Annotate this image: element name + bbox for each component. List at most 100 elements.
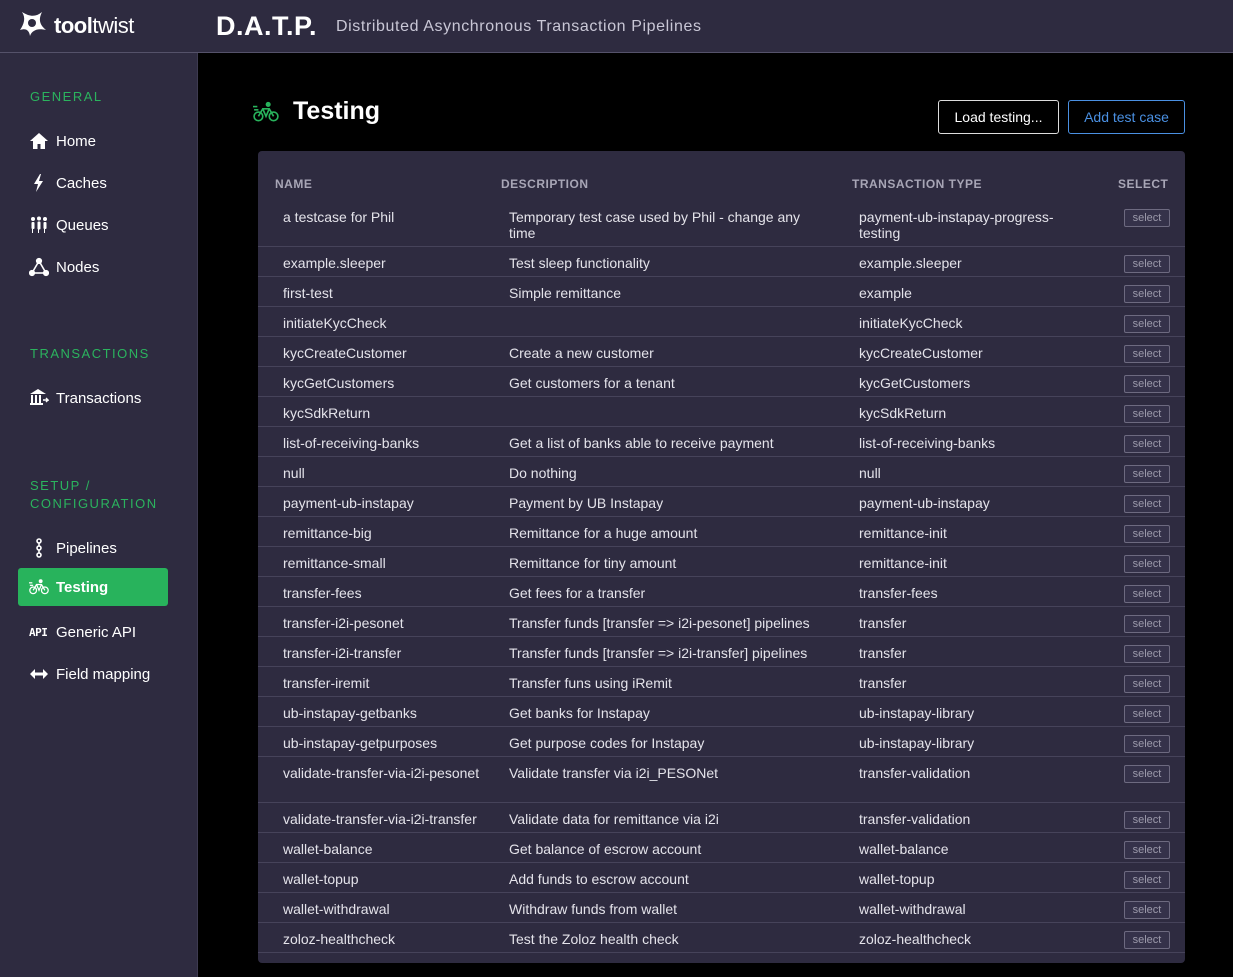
test-case-description: Get a list of banks able to receive paym… [509,435,774,451]
sidebar-item-transactions[interactable]: Transactions [18,379,168,417]
app-title: D.A.T.P. [216,11,318,41]
test-case-description: Transfer funds [transfer => i2i-transfer… [509,645,808,661]
test-case-description: Transfer funds [transfer => i2i-pesonet]… [509,615,810,631]
sidebar-item-pipelines[interactable]: Pipelines [18,529,168,567]
test-case-name: example.sleeper [283,255,386,271]
select-button[interactable]: select [1124,525,1170,543]
app-subtitle: Distributed Asynchronous Transaction Pip… [336,18,702,35]
select-button[interactable]: select [1124,871,1170,889]
select-button[interactable]: select [1124,315,1170,333]
table-row[interactable]: ub-instapay-getbanks Get banks for Instap… [258,697,1185,727]
section-title-line-2: CONFIGURATION [30,496,158,511]
test-case-description: Simple remittance [509,285,622,301]
test-case-description: Remittance for a huge amount [509,525,698,541]
table-row[interactable]: validate-transfer-via-i2i-pesonet Validat… [258,757,1185,803]
test-case-name: kycSdkReturn [283,405,371,421]
table-row[interactable]: remittance-big Remittance for a huge amou… [258,517,1185,547]
sidebar-item-label: Transactions [56,389,142,407]
select-button[interactable]: select [1124,495,1170,513]
table-row[interactable]: wallet-balance Get balance of escrow acco… [258,833,1185,863]
table-row[interactable]: transfer-i2i-pesonet Transfer funds [tran… [258,607,1185,637]
table-row[interactable]: example.sleeper Test sleep functionality e… [258,247,1185,277]
sidebar-item-home[interactable]: Home [18,122,168,160]
test-case-transaction-type: transfer-fees [859,585,938,601]
table-row[interactable]: initiateKycCheck initiateKycCheck select [258,307,1185,337]
sidebar-item-caches[interactable]: Caches [18,164,168,202]
add-test-case-button[interactable]: Add test case [1068,100,1185,134]
section-title-transactions: TRANSACTIONS [30,346,150,361]
select-button[interactable]: select [1124,435,1170,453]
select-button[interactable]: select [1124,811,1170,829]
select-button[interactable]: select [1124,931,1170,949]
table-row[interactable]: first-test Simple remittance example select [258,277,1185,307]
select-button[interactable]: select [1124,705,1170,723]
table-row[interactable]: a testcase for Phil Temporary test case u… [258,201,1185,247]
column-header-description: DESCRIPTION [501,177,589,191]
select-button[interactable]: select [1124,765,1170,783]
page-header: Testing [253,97,380,126]
test-case-name: transfer-iremit [283,675,370,691]
tooltwist-logo[interactable]: tooltwist [16,10,134,42]
page-title: Testing [293,97,381,125]
select-button[interactable]: select [1124,375,1170,393]
test-case-description: Do nothing [509,465,577,481]
bank-icon [29,388,51,408]
test-case-name: validate-transfer-via-i2i-pesonet [283,765,480,781]
select-button[interactable]: select [1124,615,1170,633]
test-case-name: zoloz-healthcheck [283,931,396,947]
select-button[interactable]: select [1124,405,1170,423]
section-title-general: GENERAL [30,89,103,104]
table-row[interactable]: kycCreateCustomer Create a new customer ky… [258,337,1185,367]
table-row[interactable]: kycSdkReturn kycSdkReturn select [258,397,1185,427]
test-case-name: ub-instapay-getpurposes [283,735,438,751]
table-row[interactable]: kycGetCustomers Get customers for a tenan… [258,367,1185,397]
test-case-name: initiateKycCheck [283,315,387,331]
select-button[interactable]: select [1124,675,1170,693]
table-row[interactable]: remittance-small Remittance for tiny amou… [258,547,1185,577]
test-case-description: Create a new customer [509,345,654,361]
test-case-transaction-type: kycCreateCustomer [859,345,983,361]
test-case-transaction-type: example.sleeper [859,255,962,271]
select-button[interactable]: select [1124,465,1170,483]
table-row[interactable]: null Do nothing null select [258,457,1185,487]
select-button[interactable]: select [1124,735,1170,753]
pipeline-icon [29,538,51,558]
select-button[interactable]: select [1124,345,1170,363]
test-case-name: first-test [283,285,333,301]
select-button[interactable]: select [1124,285,1170,303]
table-row[interactable]: transfer-iremit Transfer funs using iRemi… [258,667,1185,697]
test-case-transaction-type: wallet-balance [859,841,949,857]
select-button[interactable]: select [1124,841,1170,859]
sidebar-item-label: Queues [56,216,109,234]
table-row[interactable]: ub-instapay-getpurposes Get purpose codes… [258,727,1185,757]
table-row[interactable]: payment-ub-instapay Payment by UB Instapa… [258,487,1185,517]
table-row[interactable]: validate-transfer-via-i2i-transfer Valida… [258,803,1185,833]
table-row[interactable]: wallet-withdrawal Withdraw funds from wal… [258,893,1185,923]
sidebar-item-queues[interactable]: Queues [18,206,168,244]
sidebar-item-field-mapping[interactable]: Field mapping [18,655,168,693]
test-case-name: null [283,465,305,481]
sidebar-item-nodes[interactable]: Nodes [18,248,168,286]
table-row[interactable]: list-of-receiving-banks Get a list of ban… [258,427,1185,457]
sidebar-item-label: Home [56,132,97,150]
bolt-icon [29,173,51,193]
select-button[interactable]: select [1124,901,1170,919]
select-button[interactable]: select [1124,555,1170,573]
select-button[interactable]: select [1124,255,1170,273]
table-row[interactable]: wallet-topup Add funds to escrow account w… [258,863,1185,893]
sidebar-item-testing[interactable]: Testing [18,568,168,606]
select-button[interactable]: select [1124,585,1170,603]
select-button[interactable]: select [1124,209,1170,227]
test-case-transaction-type: example [859,285,912,301]
sidebar-item-generic-api[interactable]: API Generic API [18,613,168,651]
load-testing-button[interactable]: Load testing... [938,100,1059,134]
people-icon [29,215,51,235]
test-case-description: Remittance for tiny amount [509,555,677,571]
table-row[interactable]: transfer-i2i-transfer Transfer funds [tra… [258,637,1185,667]
test-case-name: a testcase for Phil [283,209,395,225]
table-row[interactable]: zoloz-healthcheck Test the Zoloz health c… [258,923,1185,953]
table-row[interactable]: transfer-fees Get fees for a transfer tran… [258,577,1185,607]
test-case-transaction-type: payment-ub-instapay [859,495,990,511]
select-button[interactable]: select [1124,645,1170,663]
test-case-transaction-type: transfer-validation [859,765,971,781]
